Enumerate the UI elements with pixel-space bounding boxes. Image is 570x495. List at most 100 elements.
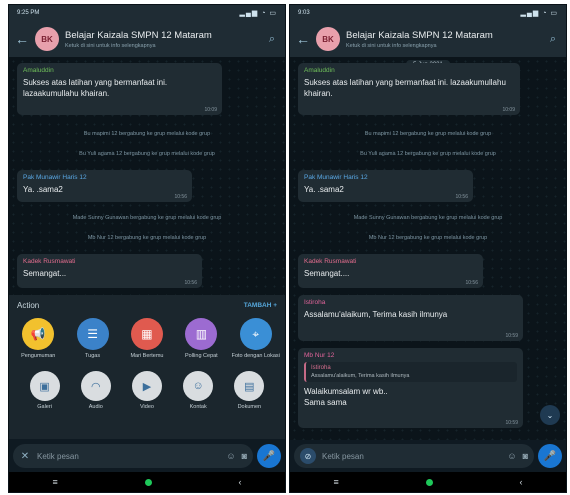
action-label: Polling Cepat [185,353,218,359]
message-text: Ya. .sama2 [304,185,344,194]
attach-icon[interactable]: ⊘ [300,448,316,464]
back-arrow-icon[interactable]: ← [15,31,29,47]
message-time: 10:56 [174,194,187,200]
status-icons: ▂▄▆ ◔ ▭ [239,10,277,17]
status-icons: ▂▄▆ ◔ ▭ [520,10,558,17]
message-bubble[interactable]: Istiroha Assalamu'alaikum, Terima kasih … [298,295,523,341]
search-icon[interactable]: ⌕ [546,33,560,46]
search-icon[interactable]: ⌕ [265,33,279,46]
message-sender: Amaluddin [304,67,335,74]
group-subtitle: Ketuk di sini untuk info selengkapnya [346,42,437,49]
emoji-icon[interactable]: ☺ [507,451,516,461]
quoted-reply[interactable]: Istiroha Assalamu'alaikum, Terima kasih … [304,362,517,382]
message-bubble[interactable]: Amaluddin Sukses atas latihan yang berma… [17,63,222,115]
message-text: Ya. .sama2 [23,185,63,194]
headphones-icon: ◠ [80,371,111,401]
megaphone-icon: 📢 [22,318,55,350]
group-avatar[interactable]: BK [316,27,340,51]
camera-icon[interactable]: ◙ [523,451,528,461]
message-text: Sukses atas latihan yang bermanfaat ini.… [304,78,506,98]
message-time: 10:56 [465,280,478,286]
attachment-label: Audio [88,404,103,410]
nav-back-icon[interactable]: ‹ [239,477,242,487]
scroll-down-button[interactable]: ⌄ [540,405,560,425]
back-arrow-icon[interactable]: ← [296,31,310,47]
group-title: Belajar Kaizala SMPN 12 Mataram [65,29,212,41]
group-subtitle: Ketuk di sini untuk info selengkapnya [65,42,156,49]
system-message: Made Sunny Gunawan bergabung ke grup mel… [72,215,222,221]
attach-dokumen[interactable]: ▤ Dokumen [228,371,270,410]
message-input[interactable]: ⊘ Ketik pesan ☺ ◙ [294,444,534,468]
poll-icon: ▥ [185,318,218,350]
attachment-label: Galeri [37,404,52,410]
attachment-label: Dokumen [237,404,262,410]
nav-back-icon[interactable]: ‹ [520,477,523,487]
action-section-title: Action [17,301,40,310]
message-sender: Kadek Rusmawati [304,258,357,265]
attachment-label: Video [139,404,154,410]
action-label: Mari Bertemu [130,353,164,359]
phone-screen-left: 9:25 PM ▂▄▆ ◔ ▭ ← BK Belajar Kaizala SMP… [8,4,286,493]
message-sender: Kadek Rusmawati [23,258,76,265]
group-info[interactable]: Belajar Kaizala SMPN 12 Mataram Ketuk di… [65,30,259,49]
message-bubble[interactable]: Kadek Rusmawati Semangat... 10:56 [17,254,202,288]
home-icon[interactable] [144,478,152,486]
action-polling-cepat[interactable]: ▥ Polling Cepat [175,318,227,359]
action-mari-bertemu[interactable]: ▦ Mari Bertemu [121,318,173,359]
mic-button[interactable]: 🎤 [538,444,562,468]
message-list[interactable]: 5 Jun 2021 Amaluddin Sukses atas latihan… [290,57,566,440]
contact-icon: ☺ [183,371,214,401]
attach-galeri[interactable]: ▣ Galeri [24,371,66,410]
recent-apps-icon[interactable]: ≡ [333,477,338,487]
message-input[interactable]: ✕ Ketik pesan ☺ ◙ [13,444,253,468]
mic-icon: 🎤 [262,450,276,462]
mic-icon: 🎤 [543,450,557,462]
recent-apps-icon[interactable]: ≡ [52,477,57,487]
status-bar: 9:03 ▂▄▆ ◔ ▭ [290,5,566,21]
chevron-down-icon: ⌄ [546,410,554,420]
message-list[interactable]: Amaluddin Sukses atas latihan yang berma… [9,57,285,295]
action-row: 📢 Pengumuman ☰ Tugas ▦ Mari Bertemu ▥ Po… [9,318,285,359]
message-time: 10:09 [502,107,515,113]
message-bubble[interactable]: Kadek Rusmawati Semangat.... 10:56 [298,254,483,288]
system-message: Bu mapimi 12 bergabung ke grup melalui k… [83,131,211,137]
message-text: Walaikumsalam wr wb.. Sama sama [304,387,388,407]
group-info[interactable]: Belajar Kaizala SMPN 12 Mataram Ketuk di… [346,30,540,49]
chat-header[interactable]: ← BK Belajar Kaizala SMPN 12 Mataram Ket… [290,21,566,57]
attach-audio[interactable]: ◠ Audio [75,371,117,410]
message-bubble[interactable]: Mb Nur 12 Istiroha Assalamu'alaikum, Ter… [298,348,523,428]
mic-button[interactable]: 🎤 [257,444,281,468]
message-bubble[interactable]: Pak Munawir Haris 12 Ya. .sama2 10:56 [298,170,473,202]
emoji-icon[interactable]: ☺ [226,451,235,461]
tambah-button[interactable]: TAMBAH + [244,302,277,309]
attach-kontak[interactable]: ☺ Kontak [177,371,219,410]
action-tugas[interactable]: ☰ Tugas [67,318,119,359]
video-icon: ▶ [131,371,162,401]
camera-icon[interactable]: ◙ [242,451,247,461]
action-label: Pengumuman [21,353,56,359]
document-icon: ▤ [234,371,265,401]
message-bubble[interactable]: Pak Munawir Haris 12 Ya. .sama2 10:56 [17,170,192,202]
status-time: 9:03 [298,10,310,16]
close-icon[interactable]: ✕ [19,451,31,462]
message-time: 10:59 [505,333,518,339]
group-title: Belajar Kaizala SMPN 12 Mataram [346,29,493,41]
action-label: Tugas [85,353,101,359]
message-bubble[interactable]: Amaluddin Sukses atas latihan yang berma… [298,63,520,115]
attachment-panel: Action TAMBAH + 📢 Pengumuman ☰ Tugas ▦ M… [9,295,285,439]
android-nav-bar: ≡ ‹ [9,472,285,492]
action-pengumuman[interactable]: 📢 Pengumuman [12,318,64,359]
message-time: 10:09 [204,107,217,113]
attach-video[interactable]: ▶ Video [126,371,168,410]
system-message: Mb Nur 12 bergabung ke grup melalui kode… [368,235,488,241]
message-time: 10:56 [184,280,197,286]
input-placeholder: Ketik pesan [37,451,79,461]
group-avatar[interactable]: BK [35,27,59,51]
chat-header[interactable]: ← BK Belajar Kaizala SMPN 12 Mataram Ket… [9,21,285,57]
attachment-row: ▣ Galeri ◠ Audio ▶ Video ☺ Kontak ▤ Doku… [9,371,285,410]
action-foto-lokasi[interactable]: ⌖ Foto dengan Lokasi [230,318,282,359]
quoted-text: Assalamu'alaikum, Terima kasih ilmunya [311,373,410,379]
home-icon[interactable] [425,478,433,486]
message-sender: Pak Munawir Haris 12 [304,174,368,181]
phone-screen-right: 9:03 ▂▄▆ ◔ ▭ ← BK Belajar Kaizala SMPN 1… [289,4,567,493]
